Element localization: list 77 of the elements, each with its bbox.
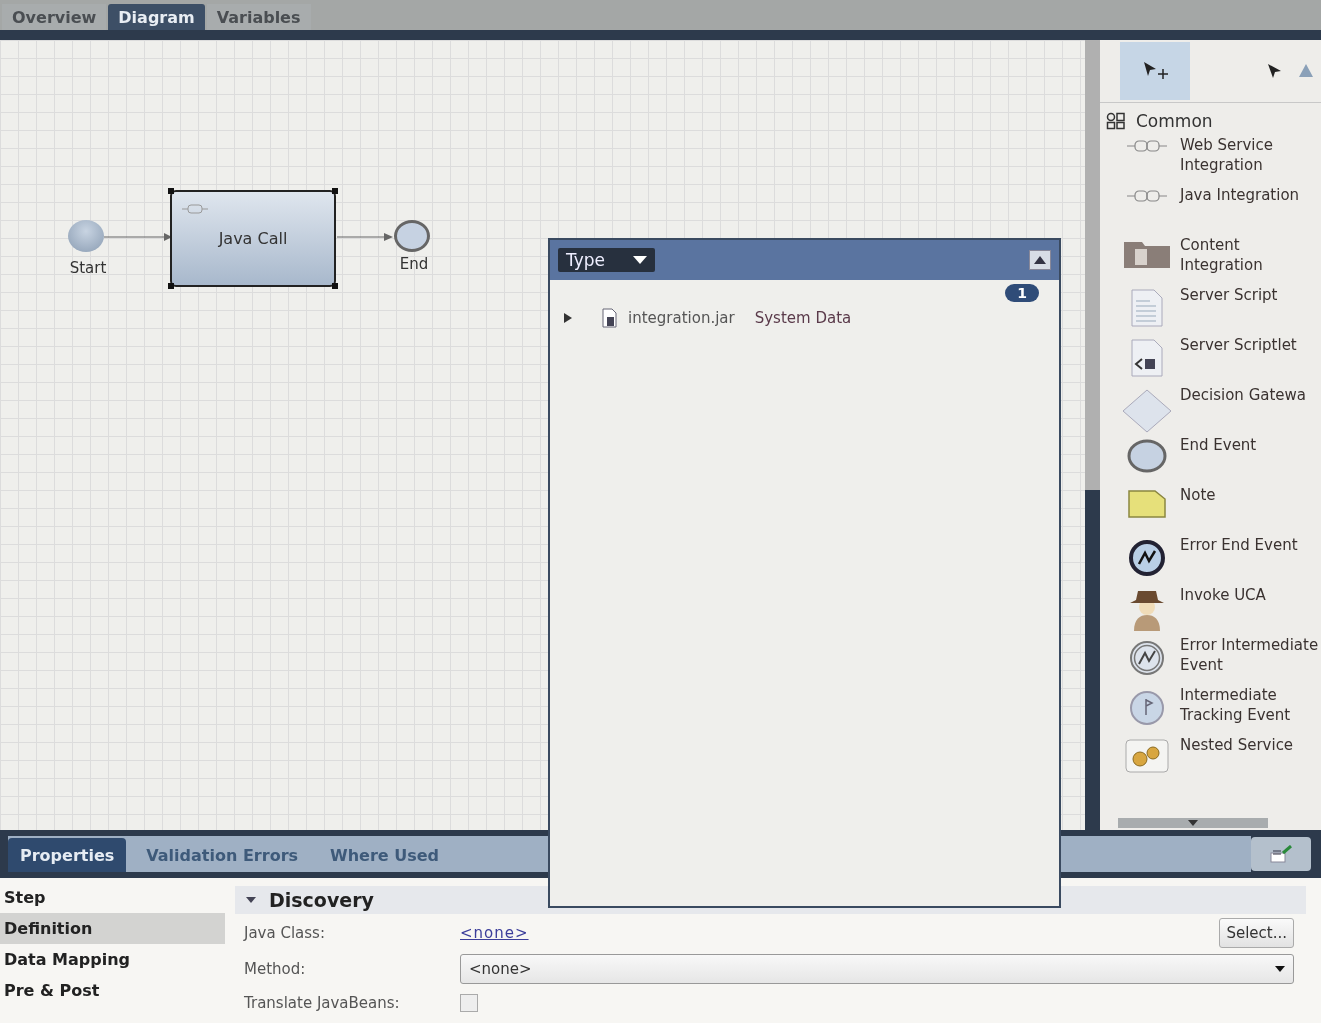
node-label: End	[398, 255, 430, 273]
palette-item[interactable]: Nested Service	[1100, 735, 1321, 785]
lightning-circle-icon	[1128, 639, 1166, 677]
node-label: Start	[68, 259, 108, 277]
field-label: Java Class:	[244, 924, 326, 942]
panel-splitter[interactable]	[1085, 40, 1100, 830]
file-name: integration.jar	[628, 309, 735, 327]
triangle-icon	[1298, 63, 1314, 79]
end-event[interactable]	[394, 220, 430, 252]
shapes-icon	[1106, 112, 1126, 130]
editor-tab[interactable]: Variables	[206, 4, 311, 30]
connector-icon	[1127, 139, 1167, 153]
java-call-task[interactable]: Java Call	[170, 190, 336, 287]
diamond-icon	[1122, 389, 1172, 433]
pin-button[interactable]	[1251, 837, 1311, 871]
palette-item[interactable]: Server Scriptlet	[1100, 335, 1321, 385]
java-class-link[interactable]: <none>	[460, 924, 529, 942]
pointer-icon	[1266, 63, 1282, 79]
connector-arrow	[336, 233, 393, 241]
select-tool[interactable]	[1120, 42, 1190, 100]
connector-arrow	[103, 233, 172, 241]
editor-tab[interactable]: Overview	[2, 4, 107, 30]
connector-icon	[182, 204, 208, 214]
circle-icon	[1127, 439, 1167, 473]
type-filter-dropdown[interactable]: Type	[558, 248, 656, 272]
field-label: Method:	[244, 960, 307, 978]
gears-icon	[1125, 739, 1169, 773]
palette-item[interactable]: Web Service Integration	[1100, 135, 1321, 185]
select-button[interactable]: Select...	[1219, 918, 1294, 948]
expand-caret-icon	[245, 896, 257, 904]
palette-section[interactable]: Common	[1100, 103, 1321, 135]
properties-nav-item[interactable]: Data Mapping	[0, 944, 225, 975]
method-dropdown[interactable]: <none>	[460, 954, 1294, 984]
note-icon	[1127, 489, 1167, 519]
resize-handle[interactable]	[332, 283, 338, 289]
palette-item[interactable]: Note	[1100, 485, 1321, 535]
start-event[interactable]	[68, 220, 104, 252]
palette-item[interactable]: Invoke UCA	[1100, 585, 1321, 635]
scroll-down-button[interactable]	[1118, 818, 1268, 828]
folder-icon	[1123, 239, 1171, 269]
palette-item[interactable]: Server Script	[1100, 285, 1321, 335]
caret-icon	[1275, 966, 1285, 972]
collapse-button[interactable]	[1029, 250, 1051, 270]
pin-icon	[1269, 845, 1293, 863]
properties-nav-item[interactable]: Step	[0, 882, 225, 913]
palette-item[interactable]: Intermediate Tracking Event	[1100, 685, 1321, 735]
document-icon	[1130, 339, 1164, 377]
resize-handle[interactable]	[168, 188, 174, 194]
count-badge: 1	[1005, 284, 1039, 302]
palette-item[interactable]: Java Integration	[1100, 185, 1321, 235]
library-row[interactable]: integration.jar System Data	[550, 302, 1059, 334]
pointer-tool[interactable]	[1266, 63, 1282, 79]
file-type: System Data	[754, 309, 852, 327]
triangle-icon	[1034, 256, 1046, 264]
properties-tab[interactable]: Properties	[8, 838, 127, 872]
checkbox[interactable]	[460, 994, 478, 1012]
caret-icon	[633, 256, 648, 264]
field-label: Translate JavaBeans:	[244, 994, 401, 1012]
collapse-caret-icon[interactable]	[564, 313, 572, 323]
resize-handle[interactable]	[332, 188, 338, 194]
pin-tool[interactable]	[1298, 63, 1314, 79]
palette-item[interactable]: Decision Gatewa	[1100, 385, 1321, 435]
palette-item[interactable]: Error End Event	[1100, 535, 1321, 585]
jar-file-icon	[600, 308, 618, 328]
properties-nav-item[interactable]: Pre & Post	[0, 975, 225, 1006]
palette-item[interactable]: End Event	[1100, 435, 1321, 485]
palette-item[interactable]: Error Intermediate Event	[1100, 635, 1321, 685]
person-hat-icon	[1128, 589, 1166, 633]
connector-icon	[1127, 189, 1167, 203]
resize-handle[interactable]	[168, 283, 174, 289]
editor-tab[interactable]: Diagram	[108, 4, 205, 30]
lightning-circle-icon	[1128, 539, 1166, 577]
palette-item[interactable]: Content Integration	[1100, 235, 1321, 285]
properties-nav-item[interactable]: Definition	[0, 913, 225, 944]
document-icon	[1130, 289, 1164, 327]
flag-circle-icon	[1128, 689, 1166, 727]
caret-icon	[1188, 820, 1198, 826]
